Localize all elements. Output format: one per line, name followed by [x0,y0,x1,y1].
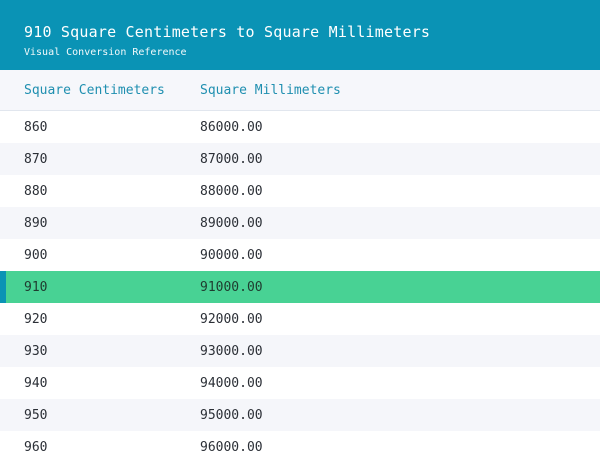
cell-square-centimeters: 940 [24,375,48,391]
cell-square-centimeters: 910 [24,279,48,295]
cell-square-millimeters: 95000.00 [200,407,263,423]
cell-square-centimeters: 900 [24,247,48,263]
table-row: 920 92000.00 [0,303,600,335]
cell-square-millimeters: 87000.00 [200,151,263,167]
cell-square-centimeters: 950 [24,407,48,423]
column-header-square-centimeters: Square Centimeters [24,82,165,98]
cell-square-millimeters: 88000.00 [200,183,263,199]
table-row-highlighted: 910 91000.00 [0,271,600,303]
table-row: 870 87000.00 [0,143,600,175]
table-row: 900 90000.00 [0,239,600,271]
page-title: 910 Square Centimeters to Square Millime… [24,23,431,41]
table-row: 940 94000.00 [0,367,600,399]
table-row: 930 93000.00 [0,335,600,367]
cell-square-millimeters: 92000.00 [200,311,263,327]
cell-square-millimeters: 96000.00 [200,439,263,455]
table-row: 950 95000.00 [0,399,600,431]
cell-square-millimeters: 91000.00 [200,279,263,295]
table-body: 860 86000.00 870 87000.00 880 88000.00 8… [0,111,600,463]
cell-square-millimeters: 89000.00 [200,215,263,231]
table-header: Square Centimeters Square Millimeters [0,70,600,111]
cell-square-millimeters: 94000.00 [200,375,263,391]
table-row: 890 89000.00 [0,207,600,239]
cell-square-millimeters: 93000.00 [200,343,263,359]
cell-square-centimeters: 920 [24,311,48,327]
cell-square-centimeters: 960 [24,439,48,455]
cell-square-centimeters: 880 [24,183,48,199]
cell-square-centimeters: 870 [24,151,48,167]
cell-square-millimeters: 90000.00 [200,247,263,263]
page-header: 910 Square Centimeters to Square Millime… [0,0,600,70]
cell-square-millimeters: 86000.00 [200,119,263,135]
cell-square-centimeters: 930 [24,343,48,359]
table-row: 880 88000.00 [0,175,600,207]
column-header-square-millimeters: Square Millimeters [200,82,341,98]
table-row: 860 86000.00 [0,111,600,143]
table-row: 960 96000.00 [0,431,600,463]
page-subtitle: Visual Conversion Reference [24,47,187,58]
cell-square-centimeters: 860 [24,119,48,135]
cell-square-centimeters: 890 [24,215,48,231]
